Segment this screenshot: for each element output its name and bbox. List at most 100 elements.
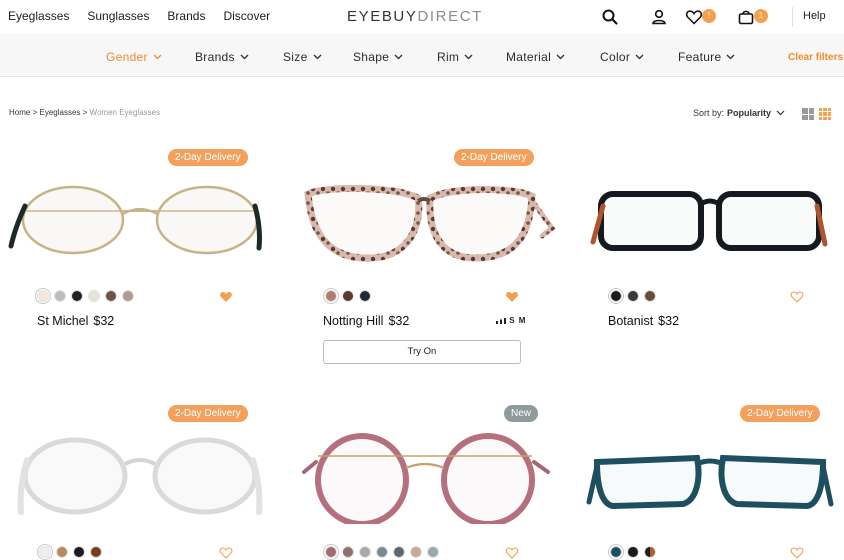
grid-view-2col-icon[interactable] <box>802 108 814 120</box>
sort-label: Sort by: <box>693 108 725 118</box>
breadcrumb-separator: > <box>82 108 88 117</box>
color-swatch[interactable] <box>88 290 100 302</box>
sort-dropdown[interactable]: Sort by: Popularity <box>693 108 785 118</box>
favorite-heart-outline-icon[interactable] <box>219 546 233 559</box>
top-navigation: Eyeglasses Sunglasses Brands Discover EY… <box>0 0 844 34</box>
color-swatch[interactable] <box>54 290 66 302</box>
product-card[interactable]: 2-Day Delivery <box>5 402 275 560</box>
grid-view-3col-icon[interactable] <box>819 108 831 120</box>
product-image-clear-round[interactable] <box>5 432 275 522</box>
nav-link-discover[interactable]: Discover <box>223 9 270 23</box>
user-icon[interactable] <box>650 8 668 26</box>
chevron-down-icon <box>727 54 735 60</box>
filter-size[interactable]: Size <box>283 50 322 64</box>
color-swatch[interactable] <box>71 290 83 302</box>
product-image-rose-round[interactable] <box>290 432 560 524</box>
color-swatch[interactable] <box>56 546 68 558</box>
nav-link-sunglasses[interactable]: Sunglasses <box>87 9 149 23</box>
favorite-heart-outline-icon[interactable] <box>790 290 804 303</box>
product-card[interactable]: New <box>290 402 560 560</box>
product-name: Botanist <box>608 314 654 328</box>
color-swatch[interactable] <box>644 290 656 302</box>
chevron-down-icon <box>464 54 473 60</box>
filter-gender[interactable]: Gender <box>106 50 162 64</box>
breadcrumb-home[interactable]: Home <box>9 108 30 117</box>
product-name-price[interactable]: St Michel $32 <box>37 314 114 328</box>
filter-brands[interactable]: Brands <box>195 50 249 64</box>
color-swatch[interactable] <box>376 546 388 558</box>
breadcrumb: Home > Eyeglasses > Women Eyeglasses <box>9 108 160 117</box>
breadcrumb-eyeglasses[interactable]: Eyeglasses <box>39 108 80 117</box>
color-swatches <box>37 544 102 560</box>
color-swatch[interactable] <box>35 288 51 304</box>
filter-feature[interactable]: Feature <box>678 50 735 64</box>
product-price: $32 <box>93 314 115 328</box>
color-swatch[interactable] <box>359 290 371 302</box>
nav-link-eyeglasses[interactable]: Eyeglasses <box>8 9 69 23</box>
clear-filters-link[interactable]: Clear filters <box>788 52 843 63</box>
color-swatch[interactable] <box>359 546 371 558</box>
filter-bar: Gender Brands Size Shape Rim Material Co… <box>0 34 844 77</box>
color-swatch[interactable] <box>393 546 405 558</box>
logo-text-bold: EYEBUY <box>347 8 418 25</box>
color-swatch[interactable] <box>342 290 354 302</box>
chevron-down-icon <box>313 54 322 60</box>
filter-feature-label: Feature <box>678 50 722 64</box>
product-name: St Michel <box>37 314 89 328</box>
color-swatches <box>35 288 134 304</box>
product-image-teal-rect[interactable] <box>575 448 844 516</box>
product-card[interactable]: 2-Day Delivery St Michel $32 <box>5 146 275 346</box>
filter-color[interactable]: Color <box>600 50 644 64</box>
filter-color-label: Color <box>600 50 631 64</box>
site-logo[interactable]: EYEBUYDIRECT <box>347 8 483 25</box>
favorite-heart-outline-icon[interactable] <box>790 546 804 559</box>
product-card[interactable]: 2-Day Delivery <box>575 402 844 560</box>
favorite-heart-icon[interactable] <box>219 290 233 303</box>
color-swatch[interactable] <box>427 546 439 558</box>
color-swatch[interactable] <box>105 290 117 302</box>
filter-gender-label: Gender <box>106 50 148 64</box>
sort-value: Popularity <box>727 108 772 118</box>
product-name-price[interactable]: Notting Hill $32 <box>323 314 409 328</box>
chevron-down-icon <box>776 110 785 116</box>
color-swatches <box>608 544 656 560</box>
color-swatch[interactable] <box>90 546 102 558</box>
color-swatch[interactable] <box>342 546 354 558</box>
color-swatch[interactable] <box>73 546 85 558</box>
try-on-button[interactable]: Try On <box>323 340 521 364</box>
product-card[interactable]: 2-Day Delivery Notting Hill $32 S M Try O… <box>290 146 560 368</box>
filter-shape[interactable]: Shape <box>353 50 403 64</box>
chevron-down-icon <box>394 54 403 60</box>
favorite-heart-icon[interactable] <box>505 290 519 303</box>
color-swatch[interactable] <box>122 290 134 302</box>
product-image-st-michel[interactable] <box>5 178 275 258</box>
filter-rim[interactable]: Rim <box>437 50 473 64</box>
color-swatch[interactable] <box>323 544 339 560</box>
help-link[interactable]: Help <box>803 10 826 22</box>
product-image-notting-hill[interactable] <box>290 176 560 266</box>
filter-size-label: Size <box>283 50 308 64</box>
color-swatch[interactable] <box>608 288 624 304</box>
wishlist-heart-icon[interactable] <box>685 8 703 26</box>
delivery-badge: 2-Day Delivery <box>740 405 820 422</box>
delivery-badge: 2-Day Delivery <box>168 405 248 422</box>
cart-icon[interactable] <box>737 8 755 26</box>
color-swatch[interactable] <box>627 546 639 558</box>
favorite-heart-outline-icon[interactable] <box>505 546 519 559</box>
product-image-botanist[interactable] <box>575 184 844 260</box>
color-swatch[interactable] <box>627 290 639 302</box>
color-swatch[interactable] <box>323 288 339 304</box>
cart-count-badge: 1 <box>754 9 768 23</box>
search-icon[interactable] <box>601 8 619 26</box>
filter-material[interactable]: Material <box>506 50 565 64</box>
filter-material-label: Material <box>506 50 552 64</box>
color-swatch[interactable] <box>410 546 422 558</box>
color-swatch[interactable] <box>37 544 53 560</box>
color-swatch[interactable] <box>644 546 656 558</box>
primary-nav-links: Eyeglasses Sunglasses Brands Discover <box>8 9 288 23</box>
nav-link-brands[interactable]: Brands <box>167 9 205 23</box>
product-name-price[interactable]: Botanist $32 <box>608 314 679 328</box>
filter-brands-label: Brands <box>195 50 235 64</box>
product-card[interactable]: Botanist $32 <box>575 146 844 346</box>
color-swatch[interactable] <box>608 544 624 560</box>
